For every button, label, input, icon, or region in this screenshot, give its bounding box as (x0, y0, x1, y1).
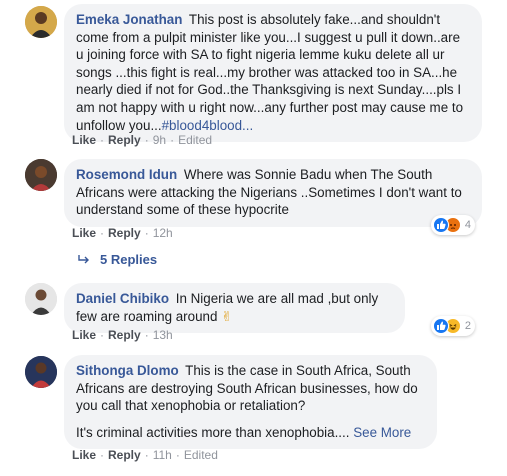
comment-bubble: Emeka Jonathan This post is absolutely f… (64, 4, 482, 143)
reply-button[interactable]: Reply (108, 133, 141, 147)
avatar[interactable] (25, 6, 57, 38)
comment-time[interactable]: 9h (153, 133, 166, 147)
comment-time[interactable]: 12h (153, 226, 173, 240)
like-button[interactable]: Like (72, 133, 96, 147)
comment-bubble: Sithonga Dlomo This is the case in South… (64, 355, 437, 450)
comment-actions: Like · Reply · 11h · Edited (72, 448, 218, 462)
reply-arrow-icon (78, 252, 90, 267)
reply-button[interactable]: Reply (108, 226, 141, 240)
view-replies-link[interactable]: 5 Replies (78, 252, 157, 267)
see-more-link[interactable]: See More (353, 425, 411, 440)
edited-label[interactable]: Edited (184, 448, 218, 462)
comment-time[interactable]: 11h (153, 448, 172, 462)
like-button[interactable]: Like (72, 448, 96, 462)
reply-button[interactable]: Reply (108, 448, 141, 462)
reaction-count: 2 (464, 320, 471, 332)
comment-bubble: Daniel Chibiko In Nigeria we are all mad… (64, 283, 405, 334)
reaction-summary[interactable]: 2 (431, 316, 475, 336)
comment-time[interactable]: 13h (153, 328, 173, 342)
hashtag-link[interactable]: #blood4blood... (162, 118, 254, 133)
comment-author[interactable]: Daniel Chibiko (76, 291, 169, 306)
replies-count-label[interactable]: 5 Replies (100, 252, 157, 267)
reply-button[interactable]: Reply (108, 328, 141, 342)
avatar[interactable] (25, 356, 57, 388)
comment-actions: Like · Reply · 12h (72, 226, 173, 240)
comment-actions: Like · Reply · 13h (72, 328, 173, 342)
comment-author[interactable]: Sithonga Dlomo (76, 363, 179, 378)
comment-actions: Like · Reply · 9h · Edited (72, 133, 213, 147)
victory-hand-emoji: ✌ (221, 308, 233, 324)
like-icon (433, 217, 449, 233)
reaction-count: 4 (464, 219, 471, 231)
like-button[interactable]: Like (72, 226, 96, 240)
avatar[interactable] (25, 283, 57, 315)
like-button[interactable]: Like (72, 328, 96, 342)
comment-text-continued: It's criminal activities more than xenop… (76, 424, 350, 440)
edited-label[interactable]: Edited (178, 133, 212, 147)
avatar[interactable] (25, 159, 57, 191)
comment-text: This post is absolutely fake...and shoul… (76, 12, 464, 133)
reaction-summary[interactable]: 4 (431, 215, 475, 235)
comment-bubble: Rosemond Idun Where was Sonnie Badu when… (64, 159, 482, 227)
comment-author[interactable]: Rosemond Idun (76, 167, 177, 182)
like-icon (433, 318, 449, 334)
comment-author[interactable]: Emeka Jonathan (76, 12, 182, 27)
